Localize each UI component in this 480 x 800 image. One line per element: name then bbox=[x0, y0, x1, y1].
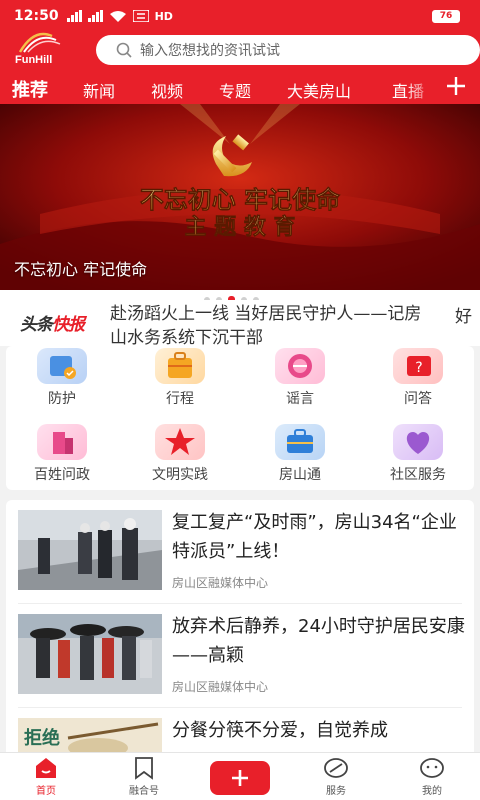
grid-label: 房山通 bbox=[279, 467, 321, 483]
grid-label: 百姓问政 bbox=[34, 467, 90, 483]
grid-item-rumor[interactable]: 谣言 bbox=[250, 348, 350, 408]
tab-recommend[interactable]: 推荐 bbox=[12, 76, 48, 102]
briefcase-icon bbox=[275, 424, 325, 460]
nav-home[interactable]: 首页 bbox=[16, 756, 76, 797]
search-icon bbox=[116, 42, 132, 58]
grid-item-public-affairs[interactable]: 百姓问政 bbox=[12, 424, 112, 484]
grid-item-itinerary[interactable]: 行程 bbox=[130, 348, 230, 408]
banner-subheadline: 主 题 教 育 bbox=[185, 214, 296, 240]
news-source: 房山区融媒体中心 bbox=[172, 576, 269, 590]
battery-icon: 76 bbox=[432, 10, 460, 23]
grid-item-civilization[interactable]: 文明实践 bbox=[130, 424, 230, 484]
question-icon: ? bbox=[393, 348, 443, 384]
category-tabs: 推荐 新闻 视频 专题 大美房山 直播 bbox=[0, 70, 480, 104]
add-tab-icon[interactable] bbox=[444, 74, 468, 98]
tab-topic[interactable]: 专题 bbox=[219, 78, 251, 102]
news-item[interactable]: 复工复产“及时雨”，房山34名“企业特派员”上线！ 房山区融媒体中心 bbox=[6, 500, 474, 604]
news-title: 复工复产“及时雨”，房山34名“企业特派员”上线！ bbox=[172, 512, 457, 562]
data-icon bbox=[132, 10, 149, 22]
headline-next-peek: 好 bbox=[455, 307, 472, 327]
news-title: 分餐分筷不分爱，自觉养成 bbox=[172, 720, 388, 741]
profile-icon bbox=[420, 758, 444, 778]
tab-video[interactable]: 视频 bbox=[151, 78, 183, 102]
news-item[interactable]: 放弃术后静养，24小时守护居民安康——高颖 房山区融媒体中心 bbox=[6, 604, 474, 708]
heart-icon bbox=[393, 424, 443, 460]
nav-fusion-label: 融合号 bbox=[129, 786, 159, 797]
home-icon bbox=[36, 758, 56, 778]
grid-item-protection[interactable]: 防护 bbox=[12, 348, 112, 408]
search-placeholder: 输入您想找的资讯试试 bbox=[140, 43, 280, 59]
grid-item-community[interactable]: 社区服务 bbox=[368, 424, 468, 484]
hd-label: HD bbox=[154, 9, 173, 23]
headline-logo: 头条快报 bbox=[20, 310, 85, 335]
news-source: 房山区融媒体中心 bbox=[172, 680, 269, 694]
wifi-icon bbox=[109, 10, 126, 22]
tab-fangshan[interactable]: 大美房山 bbox=[287, 78, 351, 102]
grid-label: 行程 bbox=[166, 391, 194, 407]
nav-service-label: 服务 bbox=[326, 786, 346, 797]
status-bar: 12:50 HD 76 bbox=[0, 0, 480, 32]
headline-logo-part2: 快报 bbox=[52, 315, 85, 335]
service-icon bbox=[324, 758, 348, 778]
headline-ticker[interactable]: 头条快报 赴汤蹈火上一线 当好居民守护人——记房山水务系统下沉干部 好 bbox=[0, 300, 480, 348]
signal-icon bbox=[66, 10, 82, 22]
status-icons: HD bbox=[66, 9, 173, 23]
star-icon bbox=[155, 424, 205, 460]
logo-text: FunHill bbox=[15, 54, 53, 66]
bottom-nav: 首页 融合号 服务 我的 bbox=[0, 752, 480, 800]
nav-home-label: 首页 bbox=[36, 786, 56, 797]
thumb-text: 拒绝 bbox=[24, 727, 60, 749]
plus-icon bbox=[232, 770, 248, 786]
news-list: 复工复产“及时雨”，房山34名“企业特派员”上线！ 房山区融媒体中心 放弃术后静… bbox=[6, 500, 474, 760]
grid-item-qa[interactable]: ? 问答 bbox=[368, 348, 468, 408]
tab-news[interactable]: 新闻 bbox=[83, 78, 115, 102]
grid-label: 问答 bbox=[404, 391, 432, 407]
nav-fusion[interactable]: 融合号 bbox=[114, 756, 174, 797]
suitcase-icon bbox=[155, 348, 205, 384]
grid-item-fangshantong[interactable]: 房山通 bbox=[250, 424, 350, 484]
svg-text:?: ? bbox=[415, 360, 422, 376]
news-thumbnail bbox=[18, 614, 162, 694]
signal-icon-2 bbox=[87, 10, 103, 22]
grid-label: 防护 bbox=[48, 391, 76, 407]
tabs-fade bbox=[404, 70, 440, 104]
banner-carousel[interactable]: 不忘初心 牢记使命 主 题 教 育 不忘初心 牢记使命 bbox=[0, 104, 480, 290]
quick-service-grid: 防护 行程 谣言 ? 问答 百姓问政 文明实践 房山通 社区服务 bbox=[6, 346, 474, 490]
add-button[interactable] bbox=[210, 761, 270, 795]
grid-label: 文明实践 bbox=[152, 467, 208, 483]
headline-text[interactable]: 赴汤蹈火上一线 当好居民守护人——记房山水务系统下沉干部 bbox=[110, 302, 430, 350]
rumor-icon bbox=[275, 348, 325, 384]
bookmark-icon bbox=[135, 757, 153, 780]
nav-profile-label: 我的 bbox=[422, 786, 442, 797]
nav-service[interactable]: 服务 bbox=[306, 756, 366, 797]
grid-label: 社区服务 bbox=[390, 467, 446, 483]
news-title: 放弃术后静养，24小时守护居民安康——高颖 bbox=[172, 616, 465, 666]
search-input[interactable]: 输入您想找的资讯试试 bbox=[96, 35, 480, 65]
shield-icon bbox=[37, 348, 87, 384]
news-thumbnail bbox=[18, 510, 162, 590]
building-icon bbox=[37, 424, 87, 460]
banner-headline: 不忘初心 牢记使命 bbox=[140, 185, 341, 214]
headline-logo-part1: 头条 bbox=[20, 315, 53, 335]
header: FunHill 输入您想找的资讯试试 bbox=[0, 32, 480, 70]
status-time: 12:50 bbox=[14, 8, 59, 24]
nav-profile[interactable]: 我的 bbox=[402, 756, 462, 797]
grid-label: 谣言 bbox=[286, 391, 314, 407]
banner-caption: 不忘初心 牢记使命 bbox=[14, 260, 148, 279]
